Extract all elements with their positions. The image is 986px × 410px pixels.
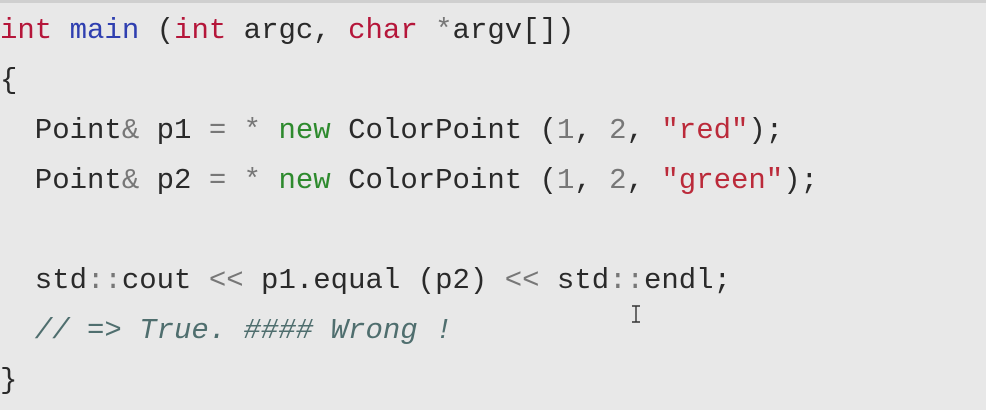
code-token-plain: endl; — [643, 264, 731, 297]
code-line: } — [0, 356, 17, 406]
code-line: Point& p2 = * new ColorPoint (1, 2, "gre… — [0, 156, 818, 206]
code-token-plain: ColorPoint ( — [330, 114, 557, 147]
code-token-new: new — [278, 114, 331, 147]
code-token-plain: { — [0, 64, 18, 97]
code-token-plain: argc, — [226, 14, 349, 47]
code-line: Point& p1 = * new ColorPoint (1, 2, "red… — [0, 106, 783, 156]
code-token-plain: cout — [121, 264, 209, 297]
code-token-plain: Point — [0, 164, 122, 197]
code-token-kw: int — [174, 14, 227, 47]
code-token-plain: } — [0, 364, 18, 397]
code-token-plain: , — [574, 114, 610, 147]
code-token-plain: ); — [748, 114, 784, 147]
code-token-kw: char — [348, 14, 418, 47]
code-token-plain: , — [574, 164, 610, 197]
code-token-plain: ( — [139, 14, 175, 47]
code-token-op: * — [243, 164, 262, 197]
code-token-op: & — [121, 164, 140, 197]
code-token-op: * — [435, 14, 453, 47]
code-editor[interactable]: int main (int argc, char *argv[]){ Point… — [0, 0, 986, 410]
code-line: std::cout << p1.equal (p2) << std::endl; — [0, 256, 731, 306]
code-token-plain: ); — [783, 164, 819, 197]
code-token-new: new — [278, 164, 331, 197]
code-line: int main (int argc, char *argv[]) — [0, 6, 574, 56]
code-token-op: * — [243, 114, 262, 147]
code-token-op: :: — [87, 264, 122, 297]
code-token-comment: // => True. #### Wrong ! — [0, 314, 453, 347]
code-token-plain: p1 — [139, 114, 209, 147]
code-token-plain: std — [0, 264, 88, 297]
code-token-plain: , — [626, 114, 662, 147]
code-line: // => True. #### Wrong ! — [0, 306, 453, 356]
code-token-op: & — [121, 114, 140, 147]
code-line: { — [0, 56, 17, 106]
code-token-plain: p2 — [139, 164, 209, 197]
code-token-plain: p1.equal (p2) — [243, 264, 505, 297]
code-token-plain: std — [539, 264, 610, 297]
code-token-plain: Point — [0, 114, 122, 147]
code-token-fn: main — [69, 14, 140, 47]
code-token-kw: int — [0, 14, 53, 47]
code-token-op: = — [208, 114, 227, 147]
code-token-str: "green" — [661, 164, 784, 197]
code-token-plain: argv[]) — [452, 14, 575, 47]
text-cursor-icon — [631, 305, 641, 323]
code-token-plain: ColorPoint ( — [330, 164, 557, 197]
code-token-str: "red" — [661, 114, 749, 147]
code-token-num: 1 — [556, 164, 575, 197]
code-token-num: 2 — [609, 164, 627, 197]
code-token-plain: , — [626, 164, 662, 197]
code-token-op: :: — [609, 264, 644, 297]
code-token-op: = — [208, 164, 227, 197]
code-token-num: 1 — [556, 114, 575, 147]
code-token-num: 2 — [609, 114, 627, 147]
code-token-op: << — [504, 264, 540, 297]
code-token-op: << — [208, 264, 244, 297]
